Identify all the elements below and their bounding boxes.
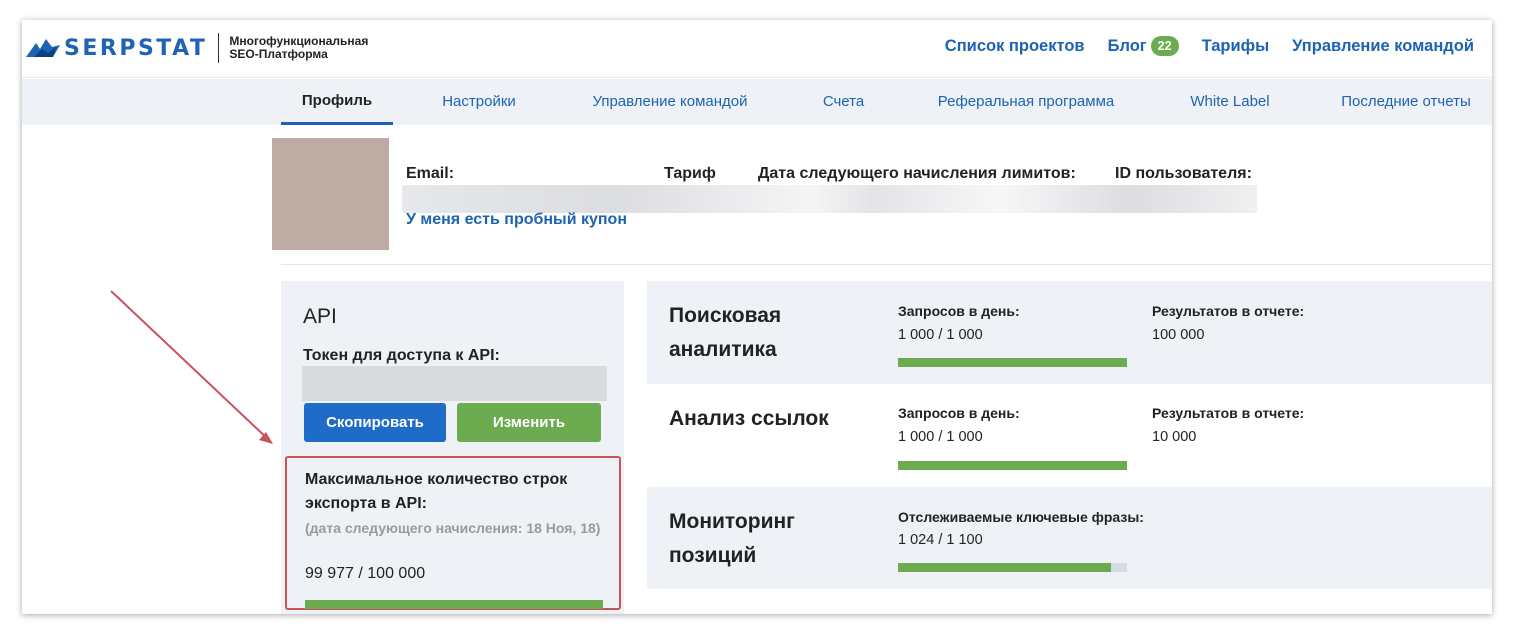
stat-col2-value: 100 000 [1152,327,1205,343]
nav-blog-label: Блог [1107,36,1147,55]
redacted-profile-values [402,185,1257,213]
profile-tabs: Профиль Настройки Управление командой Сч… [22,79,1492,125]
stat-col1-value: 1 024 / 1 100 [898,532,983,548]
stat-progress-bar [898,358,1127,367]
stat-row-backlinks: Анализ ссылок Запросов в день: 1 000 / 1… [647,384,1492,487]
api-export-limit-highlight: Максимальное количество строк экспорта в… [285,456,621,610]
api-export-limit-title: Максимальное количество строк экспорта в… [305,471,568,512]
stat-col2-value: 10 000 [1152,429,1197,445]
logo-subtitle: Многофункциональная SEO-Платформа [229,35,368,61]
api-usage-value: 99 977 / 100 000 [305,565,426,582]
tab-team-management[interactable]: Управление командой [580,79,760,125]
api-usage-progress-bar [305,600,603,609]
nav-team-link[interactable]: Управление командой [1292,37,1474,56]
tab-recent-reports[interactable]: Последние отчеты [1332,79,1480,125]
logo-subtitle-line-2: SEO-Платформа [229,47,328,61]
stat-progress-fill [898,358,1127,367]
next-limits-label: Дата следующего начисления лимитов: [758,165,1076,182]
change-token-button[interactable]: Изменить [457,403,601,442]
logo-mark-icon [26,39,60,57]
nav-pricing-link[interactable]: Тарифы [1202,37,1270,56]
logo-divider [218,33,220,63]
api-next-accrual-date: (дата следующего начисления: 18 Ноя, 18) [305,520,601,536]
api-token-field[interactable] [302,366,607,401]
stat-progress-bar [898,563,1127,572]
stat-title: Поисковая аналитика [669,304,782,361]
stat-col1-label: Запросов в день: [898,303,1020,319]
api-usage-progress-fill [305,600,603,609]
tab-invoices[interactable]: Счета [812,79,875,125]
blog-count-badge: 22 [1150,36,1179,56]
trial-coupon-link[interactable]: У меня есть пробный купон [406,211,627,229]
tab-profile[interactable]: Профиль [281,79,393,125]
nav-projects-link[interactable]: Список проектов [945,37,1085,56]
api-token-label: Токен для доступа к API: [303,347,500,364]
stat-title: Мониторинг позиций [669,510,795,567]
stat-col1-value: 1 000 / 1 000 [898,429,983,445]
browser-frame: SERPSTAT Многофункциональная SEO-Платфор… [22,20,1492,614]
stat-col1-label: Запросов в день: [898,405,1020,421]
stat-col1-value: 1 000 / 1 000 [898,327,983,343]
tab-settings[interactable]: Настройки [427,79,531,125]
tab-white-label[interactable]: White Label [1180,79,1280,125]
stat-row-search-analytics: Поисковая аналитика Запросов в день: 1 0… [647,281,1492,384]
avatar[interactable] [272,138,389,250]
top-header: SERPSTAT Многофункциональная SEO-Платфор… [22,20,1492,78]
stat-row-rank-tracking: Мониторинг позиций Отслеживаемые ключевы… [647,487,1492,589]
stat-col2-label: Результатов в отчете: [1152,405,1305,421]
stat-progress-fill [898,461,1127,470]
tariff-label: Тариф [664,165,716,182]
stat-progress-fill [898,563,1112,572]
user-id-label: ID пользователя: [1115,165,1252,182]
serpstat-logo[interactable]: SERPSTAT Многофункциональная SEO-Платфор… [26,33,368,63]
copy-token-button[interactable]: Скопировать [304,403,446,442]
nav-blog-link[interactable]: Блог 22 [1108,36,1179,56]
logo-text: SERPSTAT [64,35,208,61]
stat-col2-label: Результатов в отчете: [1152,303,1305,319]
divider [281,264,1492,265]
tab-referral[interactable]: Реферальная программа [926,79,1126,125]
stat-title: Анализ ссылок [669,407,829,430]
email-label: Email: [406,165,455,182]
api-title: API [303,305,337,328]
stat-progress-bar [898,461,1127,470]
top-nav: Список проектов Блог 22 Тарифы Управлени… [922,36,1474,56]
stat-col1-label: Отслеживаемые ключевые фразы: [898,509,1144,525]
